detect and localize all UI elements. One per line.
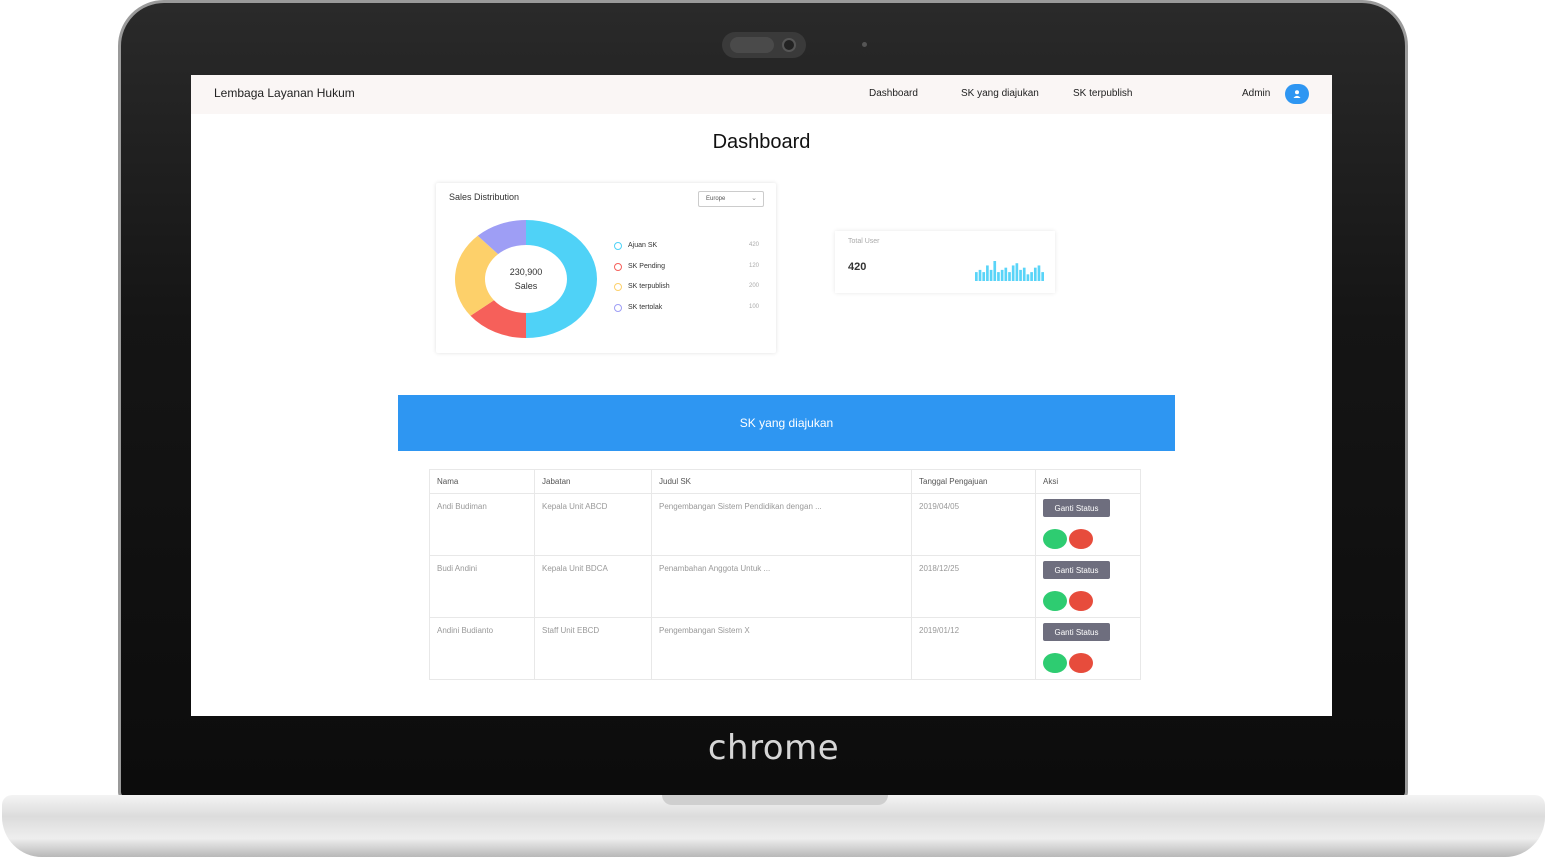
page-title: Dashboard xyxy=(712,131,811,153)
sales-card-title: Sales Distribution xyxy=(449,192,520,202)
sparkline-bar xyxy=(993,261,997,281)
legend-item: SK terpublish 200 xyxy=(614,282,759,303)
table-row: Andini Budianto Staff Unit EBCD Pengemba… xyxy=(429,617,1141,680)
sparkline-bar xyxy=(1026,274,1030,281)
sparkline-chart xyxy=(975,261,1044,281)
table-row: Budi Andini Kepala Unit BDCA Penambahan … xyxy=(429,555,1141,618)
column-header: Aksi xyxy=(1035,469,1141,494)
sparkline-bar xyxy=(1011,265,1015,281)
sparkline-bar xyxy=(986,265,989,281)
nav-brand[interactable]: Lembaga Layanan Hukum xyxy=(214,86,355,100)
ganti-status-button[interactable]: Ganti Status xyxy=(1043,623,1110,641)
sparkline-bar xyxy=(997,272,1000,281)
sparkline-bar xyxy=(975,272,978,281)
legend-item: SK Pending 120 xyxy=(614,262,759,283)
total-user-value: 420 xyxy=(848,261,867,273)
approve-button[interactable] xyxy=(1043,591,1067,611)
cell-nama: Andi Budiman xyxy=(429,493,535,556)
sparkline-bar xyxy=(1033,267,1037,281)
chart-legend: Ajuan SK 420 SK Pending 120 SK terpublis… xyxy=(614,241,759,323)
nav-link-sk-terpublish[interactable]: SK terpublish xyxy=(1073,88,1132,99)
reject-button[interactable] xyxy=(1069,653,1093,673)
ganti-status-button[interactable]: Ganti Status xyxy=(1043,499,1110,517)
cell-tanggal: 2019/01/12 xyxy=(911,617,1036,680)
donut-center-label: Sales xyxy=(515,281,538,291)
cell-jabatan: Staff Unit EBCD xyxy=(534,617,652,680)
region-select[interactable]: Europe ⌄ xyxy=(698,191,764,207)
legend-value: 100 xyxy=(748,303,759,310)
ganti-status-button[interactable]: Ganti Status xyxy=(1043,561,1110,579)
reject-button[interactable] xyxy=(1069,591,1093,611)
cell-jabatan: Kepala Unit BDCA xyxy=(534,555,652,618)
device-logo: chrome xyxy=(707,728,840,768)
sparkline-bar xyxy=(978,269,982,281)
sparkline-bar xyxy=(1022,267,1026,281)
cell-nama: Andini Budianto xyxy=(429,617,535,680)
cell-jabatan: Kepala Unit ABCD xyxy=(534,493,652,556)
sparkline-bar xyxy=(1030,272,1033,281)
donut-chart: 230,900 Sales xyxy=(455,220,597,338)
legend-label: SK Pending xyxy=(628,262,665,270)
sparkline-bar xyxy=(1000,269,1004,281)
legend-marker-icon xyxy=(614,242,622,250)
sparkline-bar xyxy=(1015,263,1019,281)
column-header: Judul SK xyxy=(651,469,912,494)
sparkline-bar xyxy=(1008,272,1011,281)
cell-tanggal: 2019/04/05 xyxy=(911,493,1036,556)
legend-value: 420 xyxy=(748,242,759,248)
column-header: Nama xyxy=(429,469,535,494)
sales-distribution-card: Sales Distribution Europe ⌄ 230,900 Sale… xyxy=(436,183,776,353)
legend-item: Ajuan SK 420 xyxy=(614,241,759,262)
sk-table: Nama Jabatan Judul SK Tanggal Pengajuan … xyxy=(429,469,1141,680)
cell-aksi: Ganti Status xyxy=(1035,617,1141,680)
cell-nama: Budi Andini xyxy=(429,555,535,618)
legend-marker-icon xyxy=(614,283,622,291)
legend-marker-icon xyxy=(614,303,622,312)
cell-judul: Pengembangan Sistem Pendidikan dengan ..… xyxy=(651,493,912,556)
cell-tanggal: 2018/12/25 xyxy=(911,555,1036,618)
cell-aksi: Ganti Status xyxy=(1035,493,1141,556)
total-user-card: Total User 420 xyxy=(835,231,1055,293)
legend-value: 120 xyxy=(748,262,759,269)
legend-marker-icon xyxy=(614,262,622,271)
column-header: Jabatan xyxy=(534,469,652,494)
microphone-icon xyxy=(862,42,867,47)
legend-value: 200 xyxy=(748,283,759,289)
total-user-title: Total User xyxy=(848,238,880,245)
sparkline-bar xyxy=(1041,272,1044,281)
reject-button[interactable] xyxy=(1069,529,1093,549)
cell-judul: Pengembangan Sistem X xyxy=(651,617,912,680)
sparkline-bar xyxy=(1004,267,1008,281)
sparkline-bar xyxy=(989,269,993,281)
sparkline-bar xyxy=(1019,269,1022,281)
cell-judul: Penambahan Anggota Untuk ... xyxy=(651,555,912,618)
legend-label: SK terpublish xyxy=(628,283,670,290)
section-banner: SK yang diajukan xyxy=(398,395,1175,451)
chevron-down-icon: ⌄ xyxy=(751,195,757,202)
screen: Lembaga Layanan Hukum Dashboard SK yang … xyxy=(191,75,1332,716)
nav-user-name[interactable]: Admin xyxy=(1242,88,1270,99)
table-row: Andi Budiman Kepala Unit ABCD Pengembang… xyxy=(429,493,1141,556)
webcam-icon xyxy=(722,32,806,58)
sparkline-bar xyxy=(1037,265,1041,281)
sparkline-bar xyxy=(982,272,986,281)
navbar: Lembaga Layanan Hukum Dashboard SK yang … xyxy=(191,75,1332,114)
legend-item: SK tertolak 100 xyxy=(614,303,759,324)
region-select-value: Europe xyxy=(706,196,726,202)
table-header-row: Nama Jabatan Judul SK Tanggal Pengajuan … xyxy=(429,469,1141,494)
legend-label: SK tertolak xyxy=(628,303,663,311)
cell-aksi: Ganti Status xyxy=(1035,555,1141,618)
approve-button[interactable] xyxy=(1043,529,1067,549)
donut-slice-ajuan-sk xyxy=(526,220,597,338)
column-header: Tanggal Pengajuan xyxy=(911,469,1036,494)
donut-center-value: 230,900 xyxy=(510,267,543,277)
nav-link-sk-diajukan[interactable]: SK yang diajukan xyxy=(961,88,1039,99)
laptop-base xyxy=(2,795,1545,857)
nav-link-dashboard[interactable]: Dashboard xyxy=(869,88,918,99)
approve-button[interactable] xyxy=(1043,653,1067,673)
legend-label: Ajuan SK xyxy=(628,242,658,249)
user-icon[interactable] xyxy=(1285,84,1309,104)
